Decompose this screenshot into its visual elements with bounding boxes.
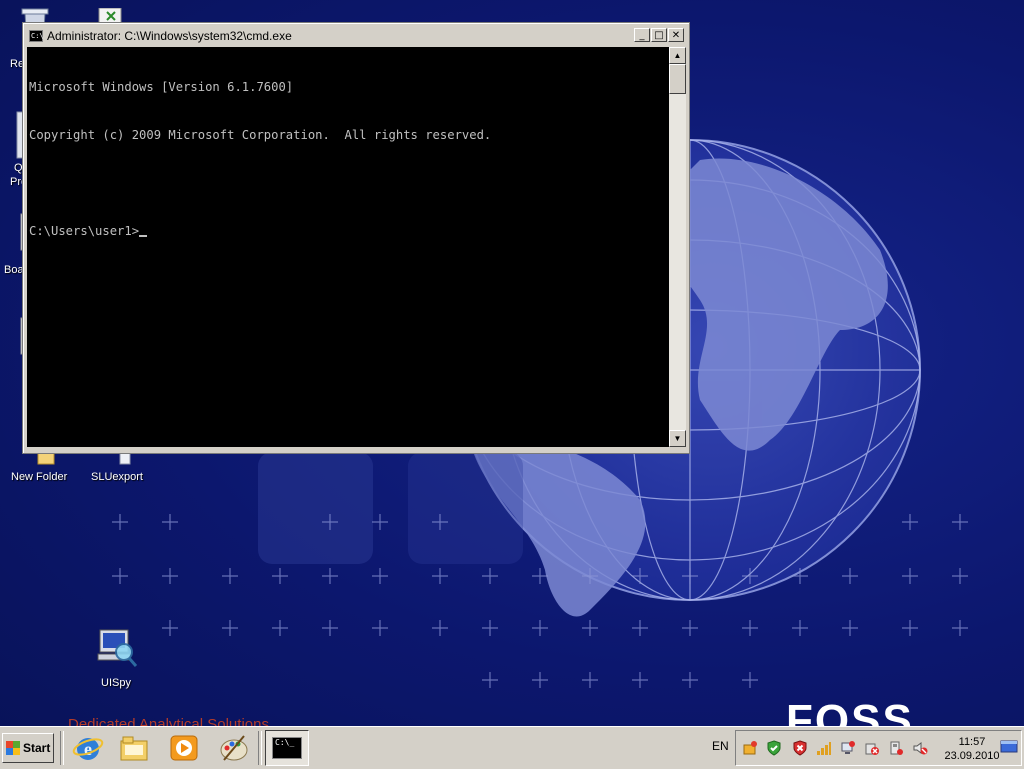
- console-output[interactable]: Microsoft Windows [Version 6.1.7600] Cop…: [27, 47, 669, 447]
- network-error-icon[interactable]: [840, 740, 856, 756]
- maximize-button[interactable]: □: [651, 28, 667, 42]
- taskbar-separator: [60, 731, 64, 765]
- taskbar: Start e C:\_ EN 11:57 23.09.2010: [0, 726, 1024, 769]
- document-icon: [119, 451, 131, 465]
- desktop-icon-label: UISpy: [101, 677, 131, 689]
- language-indicator[interactable]: EN: [712, 739, 729, 753]
- paint-icon[interactable]: [218, 732, 250, 764]
- system-tray: 11:57 23.09.2010: [735, 730, 1022, 766]
- shield-check-icon[interactable]: [766, 740, 782, 756]
- windows-explorer-icon[interactable]: [118, 732, 150, 764]
- volume-muted-icon[interactable]: [912, 740, 928, 756]
- taskbar-separator: [258, 731, 262, 765]
- text-cursor: [139, 235, 148, 237]
- scroll-thumb[interactable]: [669, 64, 686, 94]
- alert-shield-icon[interactable]: [792, 740, 808, 756]
- desktop-icon-label: Boa: [4, 264, 24, 276]
- start-button[interactable]: Start: [2, 733, 54, 763]
- signal-strength-icon[interactable]: [816, 740, 832, 756]
- scroll-up-arrow-icon[interactable]: ▲: [669, 47, 686, 64]
- desktop-icon-label: New Folder: [11, 471, 68, 483]
- desktop-icon-uispy[interactable]: UISpy: [76, 628, 156, 689]
- windows-logo-icon: [6, 741, 20, 755]
- internet-explorer-icon[interactable]: e: [72, 732, 104, 764]
- window-titlebar[interactable]: C:\ Administrator: C:\Windows\system32\c…: [26, 26, 686, 46]
- show-desktop-icon[interactable]: [1000, 739, 1018, 755]
- cmd-icon: C:\_: [272, 737, 302, 759]
- clock-time: 11:57: [958, 736, 986, 748]
- vertical-scrollbar[interactable]: ▲ ▼: [669, 47, 686, 447]
- clock-date: 23.09.2010: [944, 750, 1000, 762]
- window-title: Administrator: C:\Windows\system32\cmd.e…: [47, 29, 292, 43]
- clock[interactable]: 11:57 23.09.2010: [936, 735, 1008, 763]
- scroll-down-arrow-icon[interactable]: ▼: [669, 430, 686, 447]
- safely-remove-hardware-icon[interactable]: [888, 740, 904, 756]
- command-prompt: C:\Users\user1>: [29, 224, 140, 238]
- device-error-icon[interactable]: [864, 740, 880, 756]
- taskbar-button-cmd[interactable]: C:\_: [265, 730, 309, 766]
- console-line: Microsoft Windows [Version 6.1.7600]: [29, 80, 294, 94]
- desktop-icon-sluexport[interactable]: SLUexport: [78, 451, 154, 483]
- media-player-icon[interactable]: [168, 732, 200, 764]
- start-label: Start: [23, 741, 51, 755]
- cmd-window[interactable]: C:\ Administrator: C:\Windows\system32\c…: [22, 22, 690, 454]
- uispy-icon: [97, 629, 138, 667]
- cmd-icon: C:\: [29, 30, 44, 42]
- close-button[interactable]: ✕: [668, 28, 684, 42]
- desktop-icon-label: SLUexport: [91, 471, 143, 483]
- minimize-button[interactable]: _: [634, 28, 650, 42]
- console-line: Copyright (c) 2009 Microsoft Corporation…: [29, 128, 492, 142]
- security-center-icon[interactable]: [742, 740, 758, 756]
